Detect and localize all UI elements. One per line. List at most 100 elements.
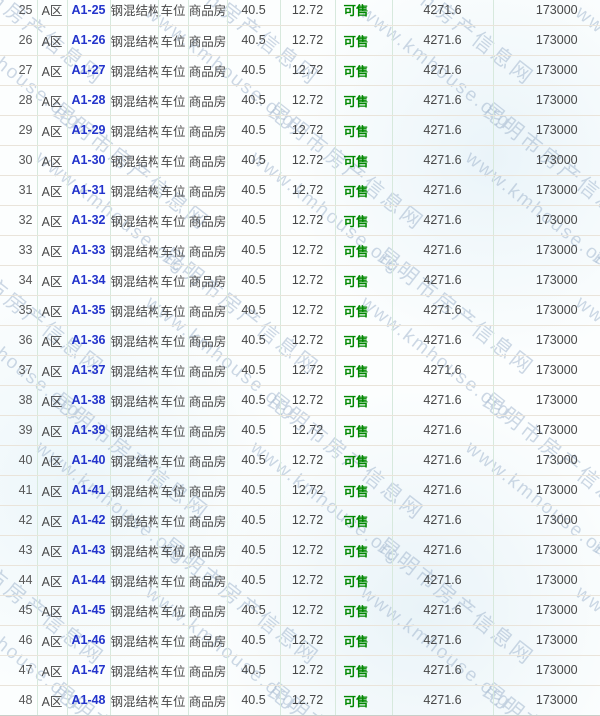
sale-status: 可售	[335, 175, 392, 205]
sale-status: 可售	[335, 445, 392, 475]
sale-status-text: 可售	[343, 695, 368, 709]
unit-link[interactable]: A1-46	[71, 633, 105, 647]
unit-link[interactable]: A1-39	[71, 423, 105, 437]
listing-page: 昆明市房产信息网www.kmhouse.org昆明市房产信息网www.kmhou…	[0, 0, 600, 716]
inner-area: 12.72	[280, 415, 335, 445]
sale-status-text: 可售	[343, 335, 368, 349]
district: A区	[37, 505, 67, 535]
unit-link[interactable]: A1-27	[71, 63, 105, 77]
unit-price: 4271.6	[392, 115, 493, 145]
property-nature: 商品房	[188, 85, 227, 115]
total-price: 173000	[493, 0, 600, 25]
district: A区	[37, 325, 67, 355]
table-row: 35A区A1-35钢混结构车位商品房40.512.72可售4271.617300…	[0, 295, 600, 325]
unit-price: 4271.6	[392, 25, 493, 55]
district: A区	[37, 655, 67, 685]
unit-price: 4271.6	[392, 0, 493, 25]
unit-link[interactable]: A1-26	[71, 33, 105, 47]
area: 40.5	[227, 205, 280, 235]
row-number: 25	[0, 0, 37, 25]
table-row: 43A区A1-43钢混结构车位商品房40.512.72可售4271.617300…	[0, 535, 600, 565]
unit-link[interactable]: A1-43	[71, 543, 105, 557]
unit-link[interactable]: A1-47	[71, 663, 105, 677]
sale-status-text: 可售	[343, 65, 368, 79]
district: A区	[37, 355, 67, 385]
row-number: 36	[0, 325, 37, 355]
purpose: 车位	[158, 295, 188, 325]
unit-cell: A1-47	[67, 655, 110, 685]
row-number: 48	[0, 685, 37, 715]
district: A区	[37, 685, 67, 715]
unit-price: 4271.6	[392, 685, 493, 715]
purpose: 车位	[158, 325, 188, 355]
unit-cell: A1-29	[67, 115, 110, 145]
row-number: 42	[0, 505, 37, 535]
property-nature: 商品房	[188, 115, 227, 145]
purpose: 车位	[158, 55, 188, 85]
unit-link[interactable]: A1-25	[71, 3, 105, 17]
unit-link[interactable]: A1-33	[71, 243, 105, 257]
unit-cell: A1-32	[67, 205, 110, 235]
sale-status: 可售	[335, 535, 392, 565]
unit-link[interactable]: A1-28	[71, 93, 105, 107]
unit-link[interactable]: A1-31	[71, 183, 105, 197]
district: A区	[37, 385, 67, 415]
unit-link[interactable]: A1-32	[71, 213, 105, 227]
inner-area: 12.72	[280, 685, 335, 715]
unit-cell: A1-26	[67, 25, 110, 55]
total-price: 173000	[493, 175, 600, 205]
total-price: 173000	[493, 55, 600, 85]
total-price: 173000	[493, 565, 600, 595]
unit-link[interactable]: A1-45	[71, 603, 105, 617]
unit-link[interactable]: A1-41	[71, 483, 105, 497]
unit-link[interactable]: A1-35	[71, 303, 105, 317]
property-nature: 商品房	[188, 355, 227, 385]
unit-link[interactable]: A1-30	[71, 153, 105, 167]
total-price: 173000	[493, 325, 600, 355]
unit-price: 4271.6	[392, 385, 493, 415]
purpose: 车位	[158, 115, 188, 145]
unit-link[interactable]: A1-37	[71, 363, 105, 377]
district: A区	[37, 595, 67, 625]
unit-price: 4271.6	[392, 475, 493, 505]
structure: 钢混结构	[110, 265, 158, 295]
unit-price: 4271.6	[392, 55, 493, 85]
table-row: 25A区A1-25钢混结构车位商品房40.512.72可售4271.617300…	[0, 0, 600, 25]
unit-link[interactable]: A1-44	[71, 573, 105, 587]
unit-link[interactable]: A1-34	[71, 273, 105, 287]
table-row: 32A区A1-32钢混结构车位商品房40.512.72可售4271.617300…	[0, 205, 600, 235]
area: 40.5	[227, 145, 280, 175]
table-row: 34A区A1-34钢混结构车位商品房40.512.72可售4271.617300…	[0, 265, 600, 295]
unit-link[interactable]: A1-42	[71, 513, 105, 527]
unit-link[interactable]: A1-38	[71, 393, 105, 407]
sale-status-text: 可售	[343, 245, 368, 259]
unit-link[interactable]: A1-29	[71, 123, 105, 137]
unit-link[interactable]: A1-36	[71, 333, 105, 347]
unit-link[interactable]: A1-40	[71, 453, 105, 467]
purpose: 车位	[158, 475, 188, 505]
property-nature: 商品房	[188, 415, 227, 445]
area: 40.5	[227, 535, 280, 565]
unit-price: 4271.6	[392, 505, 493, 535]
inner-area: 12.72	[280, 55, 335, 85]
unit-price: 4271.6	[392, 445, 493, 475]
inner-area: 12.72	[280, 145, 335, 175]
unit-cell: A1-42	[67, 505, 110, 535]
total-price: 173000	[493, 655, 600, 685]
sale-status: 可售	[335, 685, 392, 715]
unit-link[interactable]: A1-48	[71, 693, 105, 707]
district: A区	[37, 445, 67, 475]
purpose: 车位	[158, 355, 188, 385]
sale-status-text: 可售	[343, 215, 368, 229]
district: A区	[37, 175, 67, 205]
unit-cell: A1-45	[67, 595, 110, 625]
structure: 钢混结构	[110, 0, 158, 25]
inner-area: 12.72	[280, 295, 335, 325]
purpose: 车位	[158, 205, 188, 235]
inner-area: 12.72	[280, 355, 335, 385]
property-nature: 商品房	[188, 625, 227, 655]
unit-price: 4271.6	[392, 595, 493, 625]
structure: 钢混结构	[110, 565, 158, 595]
sale-status-text: 可售	[343, 185, 368, 199]
sale-status: 可售	[335, 85, 392, 115]
